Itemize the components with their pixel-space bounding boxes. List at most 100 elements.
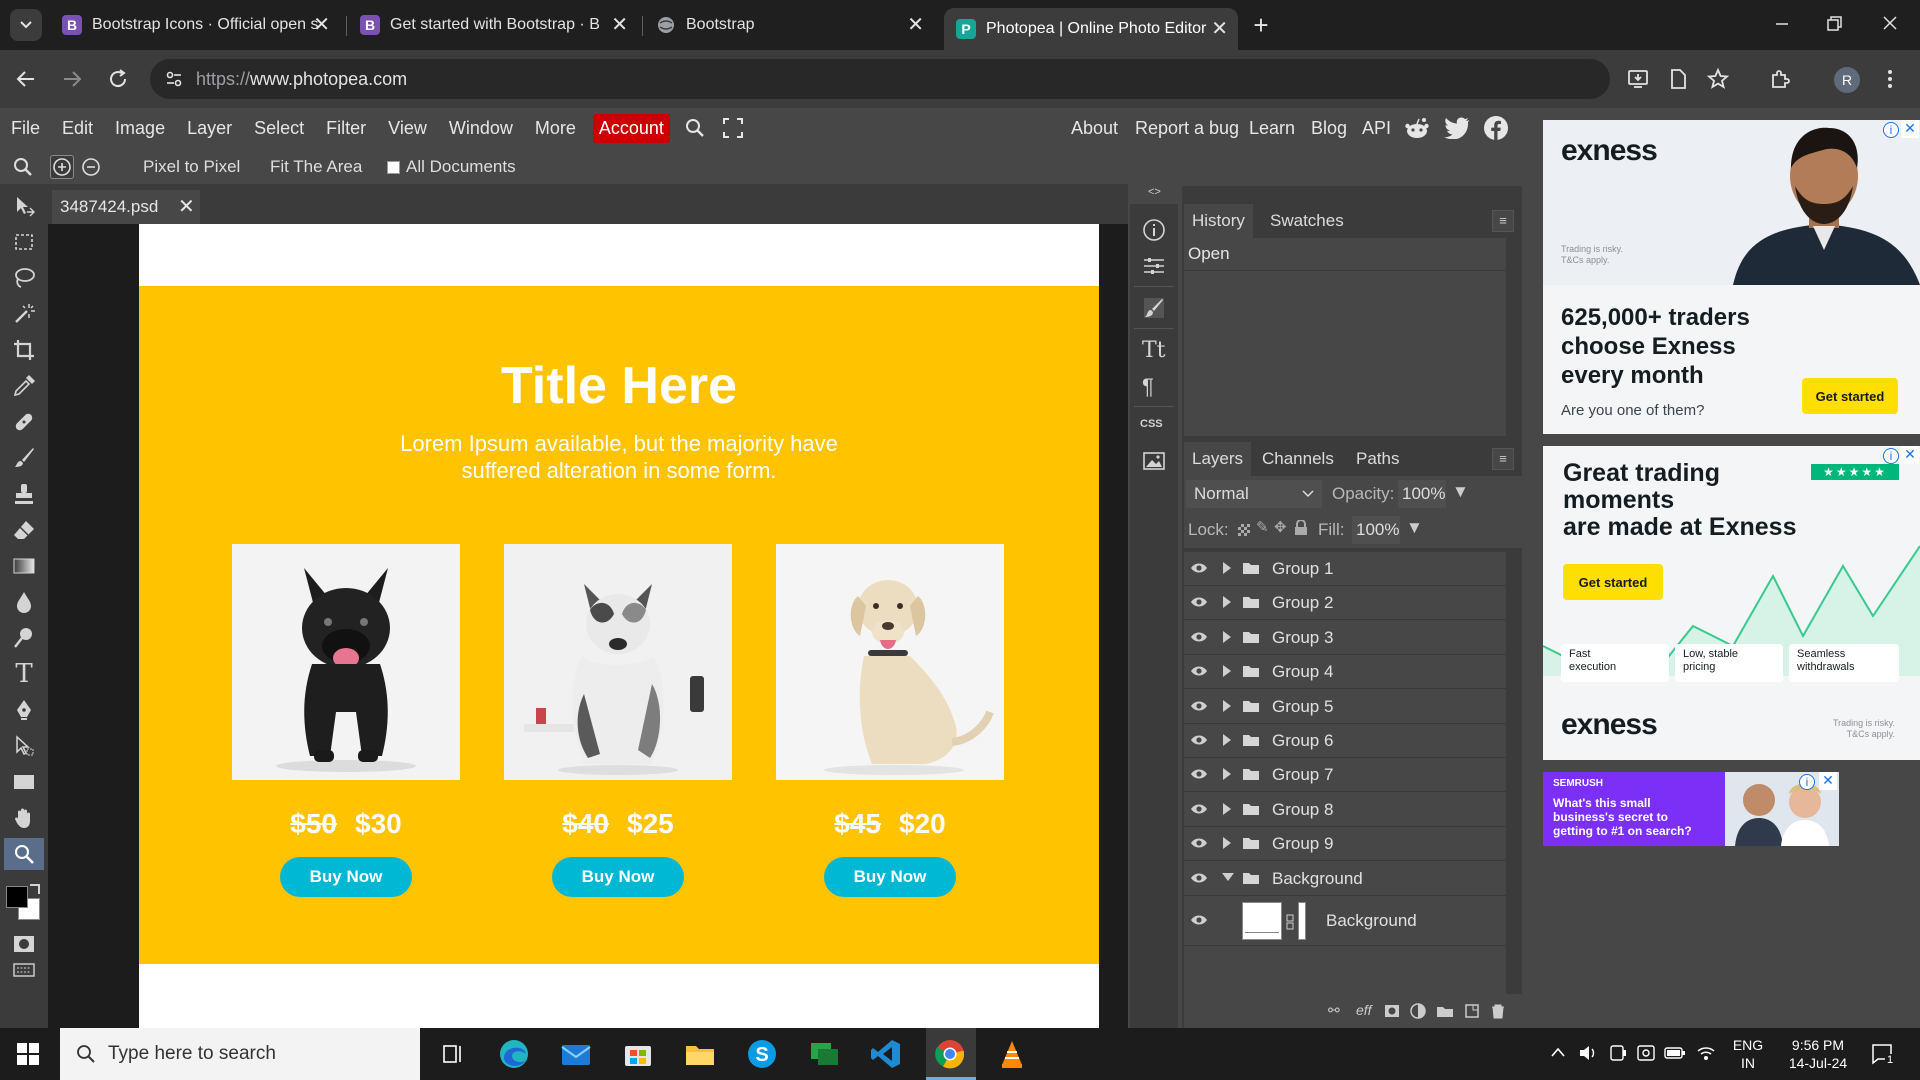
lock-transparency-icon[interactable]	[1238, 524, 1250, 536]
visibility-eye-icon[interactable]	[1190, 767, 1208, 781]
foreground-color-swatch[interactable]	[6, 886, 28, 908]
shape-tool[interactable]	[10, 768, 38, 796]
wifi-icon[interactable]	[1696, 1044, 1716, 1062]
blur-tool[interactable]	[10, 588, 38, 616]
layer-row[interactable]: Group 6	[1184, 724, 1506, 758]
address-bar[interactable]: https://www.photopea.com	[150, 59, 1610, 99]
close-tab-icon[interactable]: ✕	[611, 12, 628, 37]
opacity-dropdown-icon[interactable]: ▼	[1452, 482, 1469, 502]
magic-wand-tool[interactable]	[10, 300, 38, 328]
store-icon[interactable]	[622, 1038, 654, 1070]
collapsed-arrow-icon[interactable]	[1222, 630, 1232, 643]
facebook-icon[interactable]	[1484, 116, 1508, 140]
layer-row[interactable]: Group 7	[1184, 758, 1506, 793]
ad-close-icon[interactable]: ✕	[1901, 120, 1919, 138]
browser-tab-bootstrap-get-started[interactable]: B Get started with Bootstrap · Boo ✕	[348, 8, 638, 42]
task-view-icon[interactable]	[436, 1038, 468, 1070]
menu-window[interactable]: Window	[438, 118, 524, 139]
layer-row-background-image[interactable]: Background	[1184, 896, 1506, 946]
close-document-icon[interactable]: ✕	[178, 194, 195, 219]
lock-all-icon[interactable]	[1294, 520, 1308, 536]
layer-row[interactable]: Group 4	[1184, 655, 1506, 690]
visibility-eye-icon[interactable]	[1190, 802, 1208, 816]
zoom-in-button[interactable]	[50, 155, 74, 179]
ad-info-icon[interactable]: i	[1883, 122, 1899, 138]
layer-row[interactable]: Group 2	[1184, 586, 1506, 621]
reddit-icon[interactable]	[1404, 116, 1430, 140]
tab-search-button[interactable]	[10, 9, 42, 41]
reload-button[interactable]	[106, 67, 130, 91]
chain-link-icon[interactable]	[1286, 914, 1294, 930]
menu-view[interactable]: View	[377, 118, 438, 139]
all-documents-checkbox[interactable]	[387, 161, 400, 174]
search-button[interactable]	[684, 117, 706, 139]
add-mask-icon[interactable]	[1384, 1004, 1400, 1018]
new-layer-icon[interactable]	[1464, 1003, 1480, 1019]
twitter-icon[interactable]	[1444, 117, 1470, 139]
layer-row[interactable]: Group 5	[1184, 690, 1506, 724]
notification-center-button[interactable]: 1	[1870, 1042, 1896, 1066]
vscode-icon[interactable]	[870, 1038, 902, 1070]
healing-tool[interactable]	[10, 408, 38, 436]
delete-layer-icon[interactable]	[1490, 1003, 1506, 1019]
eraser-tool[interactable]	[10, 516, 38, 544]
fit-area-button[interactable]: Fit The Area	[270, 157, 362, 177]
image-icon[interactable]	[1142, 450, 1166, 474]
tab-history[interactable]: History	[1184, 204, 1253, 238]
pen-tool[interactable]	[10, 696, 38, 724]
collapse-icon-panel-button[interactable]: <>	[1148, 186, 1161, 198]
menu-about[interactable]: About	[1071, 118, 1118, 139]
clock[interactable]: 9:56 PM 14-Jul-24	[1778, 1036, 1858, 1072]
battery-icon[interactable]	[1664, 1046, 1686, 1060]
chat-app-icon[interactable]	[808, 1038, 840, 1070]
visibility-eye-icon[interactable]	[1190, 630, 1208, 644]
collapsed-arrow-icon[interactable]	[1222, 562, 1232, 574]
install-app-button[interactable]	[1626, 67, 1650, 91]
close-tab-icon[interactable]: ✕	[1211, 16, 1228, 41]
chrome-icon[interactable]	[934, 1038, 966, 1070]
clone-stamp-tool[interactable]	[10, 480, 38, 508]
layer-row[interactable]: Group 1	[1184, 552, 1506, 586]
new-group-icon[interactable]	[1436, 1004, 1454, 1018]
quick-mask-button[interactable]	[10, 930, 38, 958]
new-tab-button[interactable]: +	[1246, 10, 1276, 40]
ad-semrush[interactable]: SEMRUSH What's this small business's sec…	[1543, 772, 1839, 846]
edge-icon[interactable]	[498, 1038, 530, 1070]
visibility-eye-icon[interactable]	[1190, 733, 1208, 747]
browser-tab-bootstrap[interactable]: Bootstrap ✕	[644, 8, 934, 42]
minimize-window-button[interactable]	[1770, 14, 1794, 34]
visibility-eye-icon[interactable]	[1190, 913, 1208, 927]
menu-learn[interactable]: Learn	[1249, 118, 1295, 139]
ad-cta-button[interactable]: Get started	[1802, 378, 1898, 414]
ad-exness-traders[interactable]: exness Trading is risky. T&Cs apply. 625…	[1543, 120, 1920, 434]
buy-now-button[interactable]: Buy Now	[824, 857, 956, 897]
close-tab-icon[interactable]: ✕	[907, 12, 924, 37]
fullscreen-button[interactable]	[722, 117, 744, 139]
collapsed-arrow-icon[interactable]	[1222, 837, 1232, 850]
buy-now-button[interactable]: Buy Now	[552, 857, 684, 897]
adjustments-icon[interactable]	[1142, 254, 1166, 278]
document-tab[interactable]: 3487424.psd ✕	[52, 190, 200, 224]
browser-tab-photopea[interactable]: P Photopea | Online Photo Editor ✕	[944, 8, 1238, 50]
site-info-icon[interactable]	[164, 69, 184, 89]
browser-menu-button[interactable]	[1884, 67, 1896, 91]
visibility-eye-icon[interactable]	[1190, 699, 1208, 713]
buy-now-button[interactable]: Buy Now	[280, 857, 412, 897]
layer-row[interactable]: Group 9	[1184, 827, 1506, 862]
menu-filter[interactable]: Filter	[315, 118, 377, 139]
vlc-icon[interactable]	[996, 1038, 1028, 1070]
menu-select[interactable]: Select	[243, 118, 315, 139]
adjustment-layer-icon[interactable]	[1410, 1003, 1426, 1019]
visibility-eye-icon[interactable]	[1190, 836, 1208, 850]
hand-tool[interactable]	[10, 804, 38, 832]
menu-more[interactable]: More	[524, 118, 587, 139]
visibility-eye-icon[interactable]	[1190, 664, 1208, 678]
marquee-tool[interactable]	[10, 228, 38, 256]
gradient-tool[interactable]	[10, 552, 38, 580]
ad-cta-button[interactable]: Get started	[1563, 564, 1663, 600]
show-hidden-icons-button[interactable]	[1550, 1046, 1566, 1058]
tab-swatches[interactable]: Swatches	[1262, 204, 1352, 238]
fill-dropdown-icon[interactable]: ▼	[1406, 518, 1423, 538]
mail-icon[interactable]	[560, 1038, 592, 1070]
layers-panel-menu-icon[interactable]: ≡	[1492, 448, 1514, 470]
